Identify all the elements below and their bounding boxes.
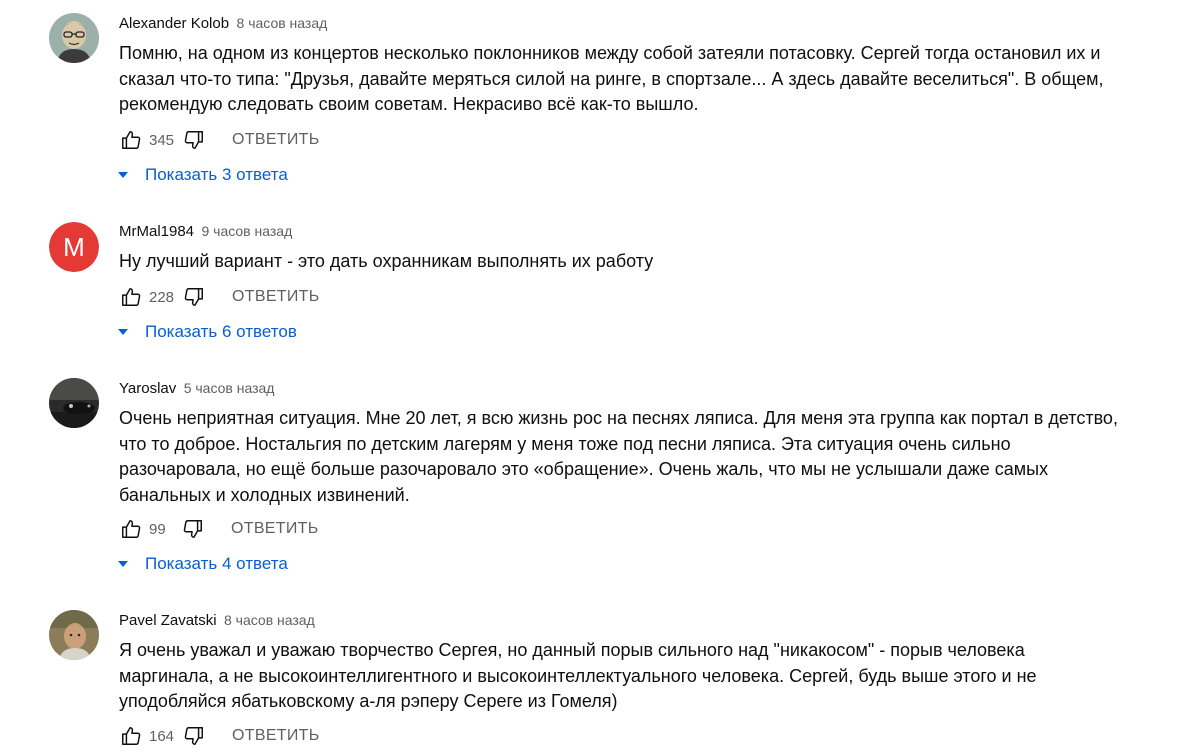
comment-actions: 345 ОТВЕТИТЬ [119, 128, 320, 152]
author-name[interactable]: Yaroslav [119, 380, 176, 397]
thumbs-down-icon[interactable] [182, 128, 206, 152]
comment-text: Ну лучший вариант - это дать охранникам … [119, 251, 654, 271]
comment-timestamp[interactable]: 5 часов назад [184, 380, 275, 396]
avatar[interactable] [49, 13, 99, 63]
comments-list: Alexander Kolob 8 часов назад Помню, на … [0, 0, 1177, 755]
show-replies-label: Показать 3 ответа [145, 165, 288, 184]
show-replies-label: Показать 4 ответа [145, 554, 288, 573]
show-replies-button[interactable]: Показать 6 ответов [115, 320, 297, 344]
thumbs-up-icon[interactable] [119, 517, 143, 541]
comment-actions: 99 ОТВЕТИТЬ [119, 517, 319, 541]
comment-text: Очень неприятная ситуация. Мне 20 лет, я… [119, 408, 1118, 505]
reply-button[interactable]: ОТВЕТИТЬ [232, 131, 320, 149]
comment-header: Yaroslav 5 часов назад [119, 378, 274, 399]
like-count: 99 [149, 520, 166, 538]
like-count: 228 [149, 288, 175, 306]
avatar[interactable] [49, 610, 99, 660]
avatar-cartoon-image [49, 13, 99, 63]
comment-header: Pavel Zavatski 8 часов назад [119, 610, 315, 631]
reply-button[interactable]: ОТВЕТИТЬ [231, 520, 319, 538]
thumbs-up-icon[interactable] [119, 128, 143, 152]
reply-button[interactable]: ОТВЕТИТЬ [232, 288, 320, 306]
thumbs-down-icon[interactable] [182, 285, 206, 309]
comment-timestamp[interactable]: 8 часов назад [224, 612, 315, 628]
comment-header: MrMal1984 9 часов назад [119, 221, 292, 242]
comment-timestamp[interactable]: 9 часов назад [201, 223, 292, 239]
author-name[interactable]: Pavel Zavatski [119, 612, 217, 629]
avatar-letter: M [49, 222, 99, 272]
comment-actions: 164 ОТВЕТИТЬ [119, 724, 320, 748]
comment-text: Я очень уважал и уважаю творчество Серге… [119, 640, 1037, 711]
caret-down-icon [118, 172, 128, 178]
avatar[interactable] [49, 378, 99, 428]
show-replies-button[interactable]: Показать 3 ответа [115, 163, 288, 187]
thumbs-down-icon[interactable] [181, 517, 205, 541]
comment-timestamp[interactable]: 8 часов назад [237, 15, 328, 31]
comment-text: Помню, на одном из концертов несколько п… [119, 43, 1104, 114]
author-name[interactable]: Alexander Kolob [119, 15, 229, 32]
thumbs-down-icon[interactable] [182, 724, 206, 748]
like-count: 164 [149, 727, 175, 745]
show-replies-label: Показать 6 ответов [145, 322, 297, 341]
thumbs-up-icon[interactable] [119, 724, 143, 748]
avatar-photo-image [49, 610, 99, 660]
comment-header: Alexander Kolob 8 часов назад [119, 13, 327, 34]
author-name[interactable]: MrMal1984 [119, 223, 194, 240]
caret-down-icon [118, 329, 128, 335]
avatar[interactable]: M [49, 222, 99, 272]
caret-down-icon [118, 561, 128, 567]
like-count: 345 [149, 131, 175, 149]
comment-actions: 228 ОТВЕТИТЬ [119, 285, 320, 309]
show-replies-button[interactable]: Показать 4 ответа [115, 552, 288, 576]
reply-button[interactable]: ОТВЕТИТЬ [232, 727, 320, 745]
thumbs-up-icon[interactable] [119, 285, 143, 309]
avatar-photo-image [49, 378, 99, 428]
